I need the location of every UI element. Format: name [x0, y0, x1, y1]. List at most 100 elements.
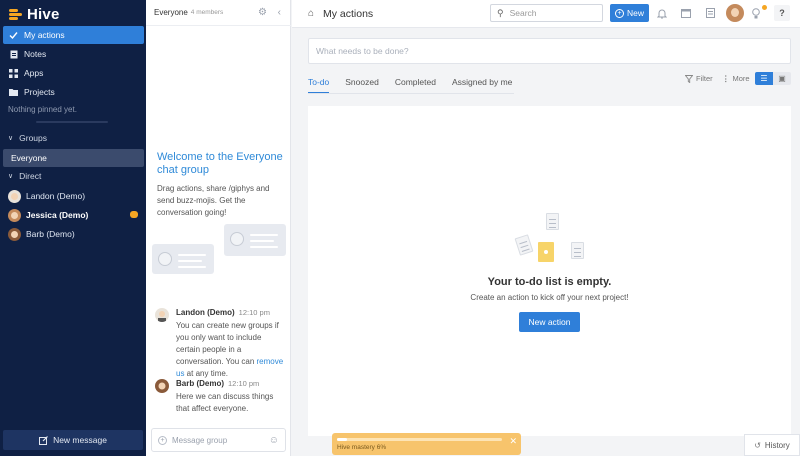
tab-to-do[interactable]: To-do: [308, 70, 330, 94]
collapse-panel-icon[interactable]: ‹: [278, 7, 281, 18]
dm-item-jessica[interactable]: Jessica (Demo): [8, 207, 88, 223]
notification-dot-icon: [762, 5, 767, 10]
hive-mastery-banner[interactable]: Hive mastery 6% ✕: [332, 433, 521, 455]
direct-header-label: Direct: [19, 171, 42, 181]
pinned-empty-text: Nothing pinned yet.: [8, 105, 77, 114]
view-toggle: ☰ ▣: [755, 72, 791, 85]
search-input[interactable]: ⚲ Search: [490, 4, 603, 22]
history-button[interactable]: ↺ History: [744, 434, 800, 456]
calendar-icon[interactable]: [680, 7, 692, 19]
check-icon: [9, 31, 18, 40]
close-icon[interactable]: ✕: [509, 436, 517, 447]
history-clock-icon: ↺: [754, 440, 761, 450]
chat-message: Barb (Demo) 12:10 pm Here we can discuss …: [155, 379, 285, 419]
bell-icon[interactable]: [656, 7, 668, 19]
dm-item-barb[interactable]: Barb (Demo): [8, 226, 75, 242]
chat-message: Landon (Demo) 12:10 pm You can create new…: [155, 308, 285, 378]
new-action-input[interactable]: What needs to be done?: [308, 38, 791, 64]
list-view-icon[interactable]: ☰: [755, 72, 773, 85]
smiley-icon: [230, 232, 244, 246]
groups-section-toggle[interactable]: ∨ Groups: [8, 131, 47, 145]
document-illustration-icon: [514, 234, 534, 256]
gear-icon[interactable]: ⚙: [258, 7, 267, 18]
avatar: [155, 308, 169, 322]
chevron-down-icon: ∨: [8, 135, 14, 142]
tab-assigned-by-me[interactable]: Assigned by me: [452, 70, 512, 94]
new-action-placeholder: What needs to be done?: [316, 46, 409, 56]
group-item-everyone[interactable]: Everyone: [3, 149, 144, 167]
chat-panel: Everyone 4 members ⚙ ‹ Welcome to the Ev…: [146, 0, 291, 456]
help-button[interactable]: ?: [774, 5, 790, 21]
action-card-illustration-icon: [538, 242, 554, 262]
tabs-divider: [308, 93, 514, 94]
sidebar-item-label: My actions: [24, 30, 65, 40]
chat-illustration-bubble: [224, 224, 286, 256]
more-vertical-icon: ⋮: [722, 74, 730, 83]
document-illustration-icon: [571, 242, 584, 259]
filter-button[interactable]: Filter: [685, 74, 713, 83]
more-button[interactable]: ⋮ More: [722, 74, 750, 83]
sidebar-scroll-handle[interactable]: [36, 121, 108, 123]
note-icon: [9, 50, 18, 59]
grid-icon: [9, 68, 18, 78]
sidebar-item-my-actions[interactable]: My actions: [3, 26, 144, 44]
sidebar: Hive My actions Notes Apps Projects Noth…: [0, 0, 146, 456]
empty-state-subtitle: Create an action to kick off your next p…: [470, 293, 629, 302]
search-placeholder: Search: [509, 8, 537, 18]
message-author[interactable]: Landon (Demo): [176, 308, 235, 317]
sidebar-item-projects[interactable]: Projects: [3, 83, 144, 101]
dm-item-label: Jessica (Demo): [26, 210, 89, 220]
new-action-button[interactable]: New action: [519, 312, 580, 332]
tab-completed[interactable]: Completed: [395, 70, 436, 94]
new-button-label: New: [626, 8, 644, 18]
mastery-progress-bar: [337, 438, 502, 441]
home-icon[interactable]: ⌂: [308, 8, 314, 19]
user-avatar[interactable]: [726, 4, 744, 22]
sidebar-item-apps[interactable]: Apps: [3, 64, 144, 82]
empty-state-title: Your to-do list is empty.: [487, 276, 612, 288]
page-title: My actions: [323, 8, 374, 20]
welcome-title: Welcome to the Everyone chat group: [157, 151, 283, 176]
compose-icon: [39, 435, 48, 445]
add-attachment-icon[interactable]: +: [158, 435, 167, 445]
tab-snoozed[interactable]: Snoozed: [345, 70, 379, 94]
emoji-icon[interactable]: ☺: [269, 435, 279, 446]
avatar: [8, 227, 21, 241]
dm-item-landon[interactable]: Landon (Demo): [8, 188, 85, 204]
new-message-button[interactable]: New message: [3, 430, 143, 450]
chat-title: Everyone: [154, 8, 188, 17]
avatar: [8, 189, 21, 203]
avatar: [155, 379, 169, 393]
history-label: History: [764, 440, 790, 450]
message-author[interactable]: Barb (Demo): [176, 379, 224, 388]
hive-logo-icon: [9, 7, 23, 21]
new-button[interactable]: + New: [610, 4, 649, 22]
smiley-icon: [158, 252, 172, 266]
sidebar-item-label: Projects: [24, 87, 55, 97]
sidebar-item-label: Notes: [24, 49, 47, 59]
lightbulb-icon[interactable]: [750, 7, 762, 19]
chat-member-count[interactable]: 4 members: [191, 9, 224, 16]
message-placeholder: Message group: [172, 435, 228, 445]
new-message-label: New message: [53, 435, 107, 445]
folder-icon: [9, 88, 18, 97]
document-icon[interactable]: [704, 7, 716, 19]
mastery-label: Hive mastery 6%: [337, 444, 387, 451]
group-item-label: Everyone: [11, 153, 47, 163]
app-name: Hive: [27, 5, 60, 23]
sidebar-item-notes[interactable]: Notes: [3, 45, 144, 63]
plus-icon: +: [614, 8, 624, 18]
filter-icon: [685, 74, 693, 83]
unread-chat-badge-icon: [130, 211, 138, 218]
more-label: More: [732, 74, 750, 83]
action-tabs: To-do Snoozed Completed Assigned by me: [308, 70, 528, 94]
message-body: Here we can discuss things that affect e…: [176, 392, 274, 413]
avatar: [8, 208, 21, 222]
direct-section-toggle[interactable]: ∨ Direct: [8, 169, 41, 183]
card-view-icon[interactable]: ▣: [773, 72, 791, 85]
hive-logo[interactable]: Hive: [9, 5, 60, 23]
groups-header-label: Groups: [19, 133, 47, 143]
mastery-progress-fill: [337, 438, 347, 441]
search-icon: ⚲: [497, 7, 504, 18]
message-input[interactable]: + Message group ☺: [151, 428, 286, 452]
